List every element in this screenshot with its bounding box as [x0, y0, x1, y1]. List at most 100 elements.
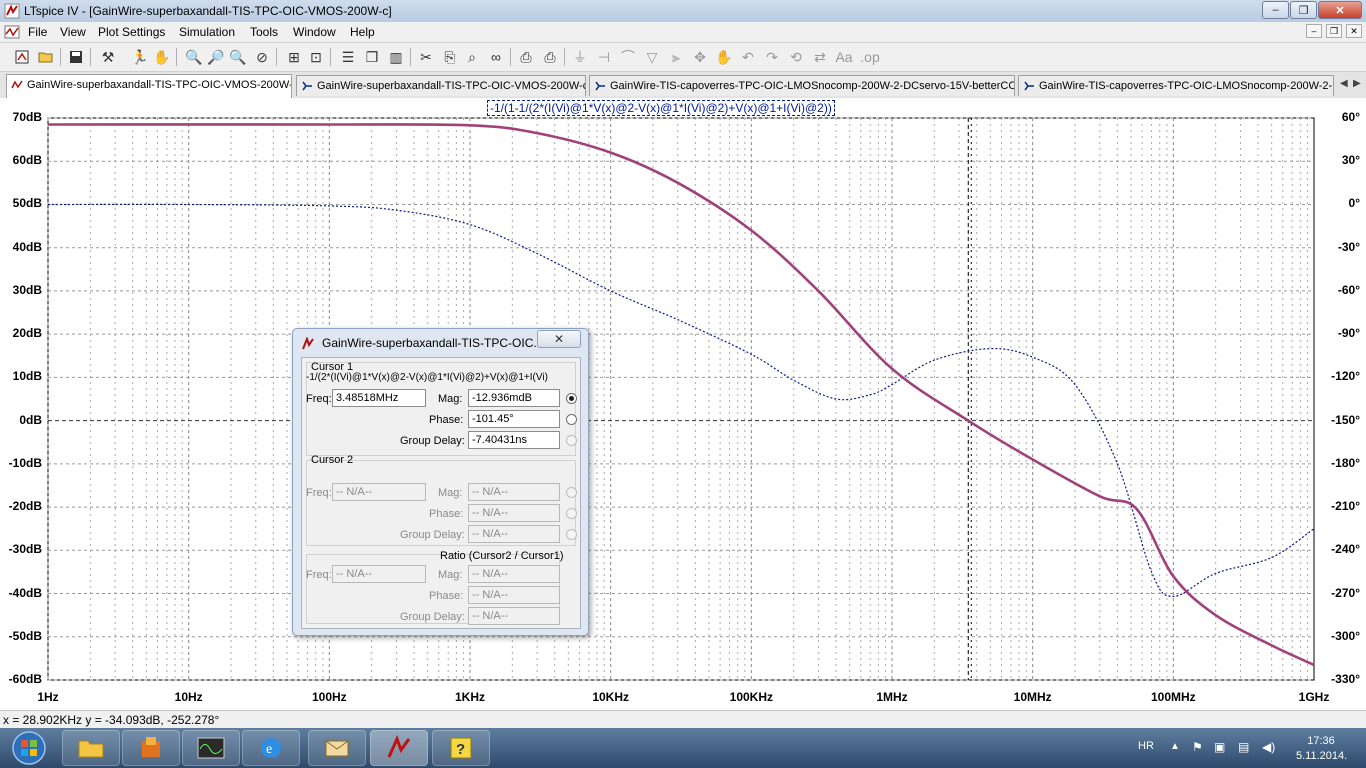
ratio-freq-field[interactable]: -- N/A--: [332, 565, 426, 583]
diode-icon[interactable]: ▽: [642, 47, 662, 67]
cascade-icon[interactable]: ❐: [362, 47, 382, 67]
component-icon[interactable]: ⫸: [666, 47, 686, 67]
move-icon[interactable]: ✥: [690, 47, 710, 67]
show-hidden-icons-icon[interactable]: ▲: [1170, 741, 1184, 755]
x-tick-label: 10MHz: [1013, 690, 1052, 704]
tile-vertical-icon[interactable]: ▥: [386, 47, 406, 67]
zoom-fit-icon[interactable]: ⊘: [252, 47, 272, 67]
taskbar-ltspice[interactable]: [370, 730, 428, 766]
minimize-button[interactable]: –: [1262, 1, 1289, 19]
control-panel-icon[interactable]: ⚒: [98, 47, 118, 67]
plot-window[interactable]: [0, 98, 1366, 710]
new-schematic-icon[interactable]: [12, 47, 32, 67]
network-icon[interactable]: ▤: [1238, 740, 1252, 754]
print-setup-icon[interactable]: ⎙: [516, 47, 536, 67]
ratio-mag-field[interactable]: -- N/A--: [468, 565, 560, 583]
cursor1-mag-field[interactable]: -12.936mdB: [468, 389, 560, 407]
cursor1-mag-radio[interactable]: [566, 393, 577, 404]
mdi-minimize-button[interactable]: –: [1306, 24, 1322, 38]
menu-window[interactable]: Window: [293, 25, 336, 39]
cursor2-mag-field[interactable]: -- N/A--: [468, 483, 560, 501]
menu-file[interactable]: File: [28, 25, 47, 39]
trace-expression-label[interactable]: -1/(1-1/(2*(I(Vi)@1*V(x)@2-V(x)@1*I(Vi)@…: [487, 100, 835, 116]
find-icon[interactable]: ⌕: [462, 47, 482, 67]
drag-icon[interactable]: ✋: [714, 47, 734, 67]
cursor1-freq-label: Freq:: [306, 393, 332, 405]
cursor1-group-delay-field[interactable]: -7.40431ns: [468, 431, 560, 449]
waveform-window-icon[interactable]: [4, 24, 20, 40]
cursor1-group-delay-radio[interactable]: [566, 435, 577, 446]
tab-scroll-right-icon[interactable]: ▶: [1353, 78, 1361, 89]
volume-icon[interactable]: ◀): [1262, 740, 1276, 754]
language-indicator[interactable]: HR: [1138, 740, 1154, 752]
y-left-tick-label: 10dB: [12, 369, 42, 384]
tile-horizontal-icon[interactable]: ☰: [338, 47, 358, 67]
resistor-icon[interactable]: ⏚: [570, 47, 590, 67]
tab-document-4[interactable]: GainWire-TIS-capoverres-TPC-OIC-LMOSnoco…: [1018, 75, 1334, 96]
tab-document-3[interactable]: GainWire-TIS-capoverres-TPC-OIC-LMOSnoco…: [589, 75, 1015, 96]
mdi-close-button[interactable]: ✕: [1346, 24, 1362, 38]
ratio-group-delay-field[interactable]: -- N/A--: [468, 607, 560, 625]
run-icon[interactable]: 🏃: [130, 47, 150, 67]
taskbar-app-5[interactable]: [308, 730, 366, 766]
oscilloscope-icon: [197, 737, 225, 759]
taskbar-explorer[interactable]: [62, 730, 120, 766]
rotate-icon[interactable]: ⟲: [786, 47, 806, 67]
cursor1-phase-radio[interactable]: [566, 414, 577, 425]
cursor2-phase-field[interactable]: -- N/A--: [468, 504, 560, 522]
ratio-phase-field[interactable]: -- N/A--: [468, 586, 560, 604]
copy-icon[interactable]: ⎘: [440, 47, 460, 67]
mdi-restore-button[interactable]: ❐: [1326, 24, 1342, 38]
action-center-flag-icon[interactable]: ⚑: [1192, 740, 1206, 754]
zoom-pan-icon[interactable]: 🔎: [206, 47, 226, 67]
binoculars-icon[interactable]: ∞: [486, 47, 506, 67]
menu-simulation[interactable]: Simulation: [179, 25, 235, 39]
menu-tools[interactable]: Tools: [250, 25, 278, 39]
redo-icon[interactable]: ↷: [762, 47, 782, 67]
ltspice-app-icon[interactable]: [4, 3, 20, 19]
y-left-tick-label: 50dB: [12, 196, 42, 211]
mirror-icon[interactable]: ⇄: [810, 47, 830, 67]
save-icon[interactable]: [66, 47, 86, 67]
cursor2-mag-label: Mag:: [438, 487, 463, 499]
grid-icon[interactable]: ⊡: [306, 47, 326, 67]
cursor2-freq-field[interactable]: -- N/A--: [332, 483, 426, 501]
cursor1-phase-field[interactable]: -101.45°: [468, 410, 560, 428]
autoscale-icon[interactable]: ⊞: [284, 47, 304, 67]
bode-plot[interactable]: [0, 98, 1366, 710]
taskbar-oscilloscope[interactable]: [182, 730, 240, 766]
cut-icon[interactable]: ✂: [416, 47, 436, 67]
text-icon[interactable]: Aa: [834, 47, 854, 67]
tab-scroll-left-icon[interactable]: ◀: [1340, 78, 1348, 89]
menu-help[interactable]: Help: [350, 25, 375, 39]
zoom-out-icon[interactable]: 🔍: [228, 47, 248, 67]
inductor-icon[interactable]: ⌒: [618, 47, 638, 67]
menu-plot-settings[interactable]: Plot Settings: [98, 25, 165, 39]
restore-button[interactable]: ❐: [1290, 1, 1317, 19]
cursor2-mag-radio[interactable]: [566, 487, 577, 498]
taskbar-app-2[interactable]: [122, 730, 180, 766]
taskbar-help[interactable]: ?: [432, 730, 490, 766]
dialog-close-button[interactable]: ✕: [537, 330, 581, 348]
tab-document-1[interactable]: GainWire-superbaxandall-TIS-TPC-OIC-VMOS…: [6, 74, 292, 98]
cursor2-group-delay-field[interactable]: -- N/A--: [468, 525, 560, 543]
undo-icon[interactable]: ↶: [738, 47, 758, 67]
ltspice-logo-icon: [302, 337, 314, 350]
windows-start-icon[interactable]: [4, 729, 54, 767]
taskbar-ie[interactable]: e: [242, 730, 300, 766]
zoom-in-icon[interactable]: 🔍: [184, 47, 204, 67]
cursor2-phase-radio[interactable]: [566, 508, 577, 519]
tab-document-2[interactable]: GainWire-superbaxandall-TIS-TPC-OIC-VMOS…: [296, 75, 586, 96]
spice-directive-icon[interactable]: .op: [860, 47, 880, 67]
cursor2-group-delay-radio[interactable]: [566, 529, 577, 540]
device-icon[interactable]: ▣: [1214, 740, 1228, 754]
capacitor-icon[interactable]: ⊣: [594, 47, 614, 67]
close-button[interactable]: ✕: [1318, 1, 1362, 19]
menu-view[interactable]: View: [60, 25, 86, 39]
print-icon[interactable]: ⎙: [540, 47, 560, 67]
halt-icon[interactable]: ✋: [152, 47, 172, 67]
open-icon[interactable]: [36, 47, 56, 67]
clock[interactable]: 17:36 5.11.2014.: [1296, 734, 1347, 764]
ltspice-taskbar-icon: [387, 735, 411, 758]
cursor1-freq-field[interactable]: 3.48518MHz: [332, 389, 426, 407]
